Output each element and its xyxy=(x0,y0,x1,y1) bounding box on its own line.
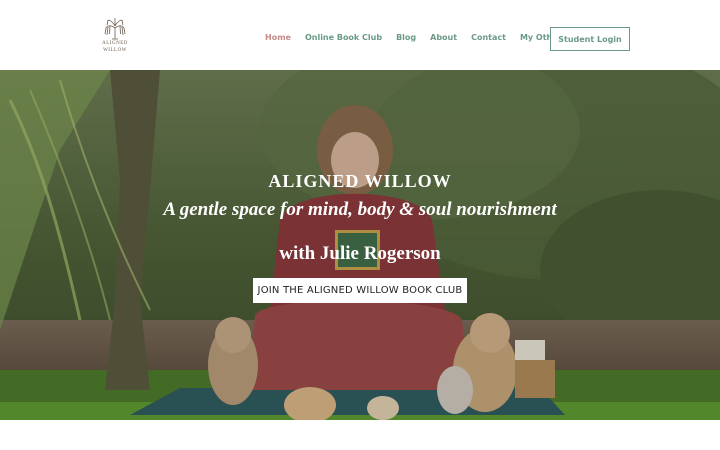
nav-item-home[interactable]: Home xyxy=(265,33,291,42)
student-login-button[interactable]: Student Login xyxy=(550,27,630,51)
logo-text-line2: WILLOW xyxy=(103,48,127,53)
hero-title: ALIGNED WILLOW xyxy=(268,171,452,191)
nav-item-contact[interactable]: Contact xyxy=(471,33,506,42)
nav-item-blog[interactable]: Blog xyxy=(396,33,416,42)
site-header: ALIGNED WILLOW Home Online Book Club Blo… xyxy=(0,0,720,70)
hero-section: ALIGNED WILLOW A gentle space for mind, … xyxy=(0,70,720,420)
join-book-club-button[interactable]: JOIN THE ALIGNED WILLOW BOOK CLUB xyxy=(253,278,467,303)
nav-item-about[interactable]: About xyxy=(430,33,457,42)
nav-item-online-book-club[interactable]: Online Book Club xyxy=(305,33,382,42)
willow-tree-icon xyxy=(104,18,126,40)
site-logo[interactable]: ALIGNED WILLOW xyxy=(98,16,132,54)
hero-with-line: with Julie Rogerson xyxy=(279,243,441,264)
hero-subtitle: A gentle space for mind, body & soul nou… xyxy=(163,199,557,220)
page-bottom-strip xyxy=(0,420,720,450)
logo-text-line1: ALIGNED xyxy=(102,41,128,46)
